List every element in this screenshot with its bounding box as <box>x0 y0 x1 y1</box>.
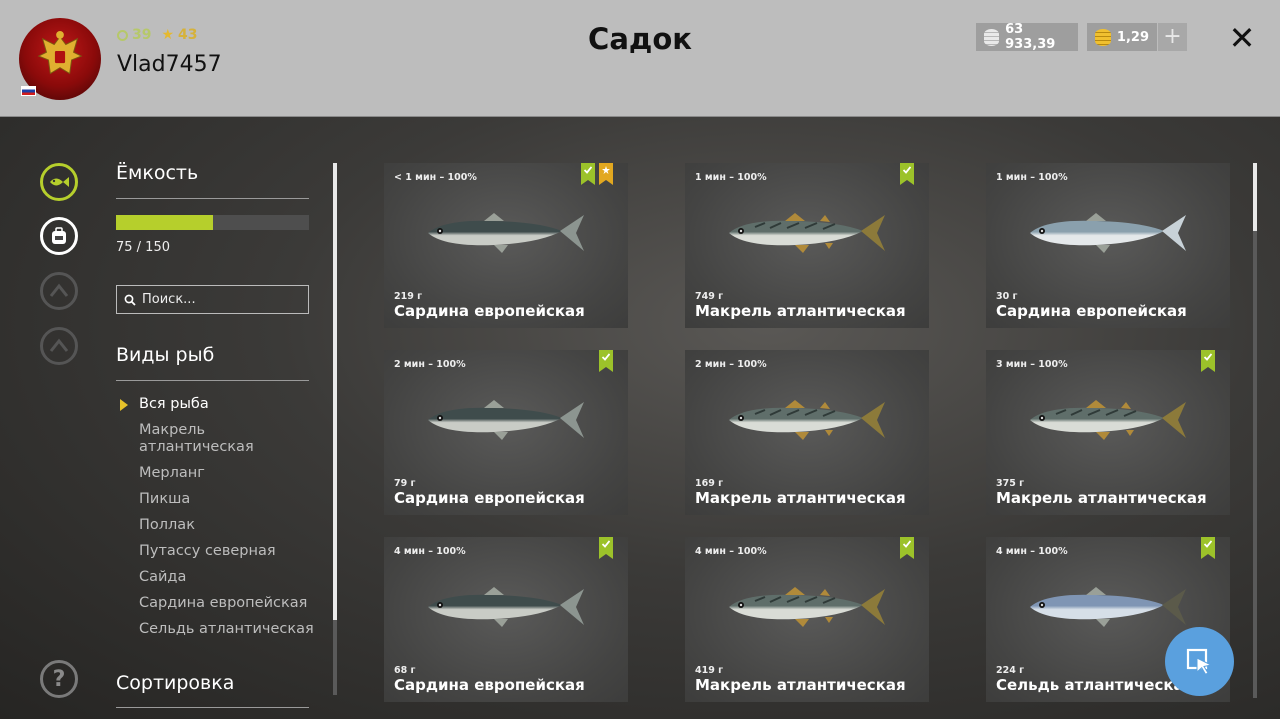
mackerel-fish-image <box>1030 400 1186 440</box>
upgrade-tab-1[interactable] <box>40 272 78 310</box>
fish-weight: 68 г <box>394 665 416 676</box>
fish-name: Сельдь атлантическая <box>996 676 1194 694</box>
capacity-text: 75 / 150 <box>116 240 170 255</box>
country-flag-icon <box>21 86 36 96</box>
fish-weight: 419 г <box>695 665 724 676</box>
sardine-fish-image <box>428 587 584 627</box>
mackerel-fish-image <box>729 213 885 253</box>
fish-name: Макрель атлантическая <box>695 489 906 507</box>
species-list: Вся рыба Макрель атлантическая Мерланг Пикш… <box>120 396 319 647</box>
species-item[interactable]: Сардина европейская <box>139 595 319 612</box>
fish-weight: 224 г <box>996 665 1025 676</box>
fish-weight: 749 г <box>695 291 724 302</box>
check-badge-icon <box>900 537 914 559</box>
search-icon <box>124 294 136 306</box>
filter-scrollbar-thumb[interactable] <box>333 163 337 620</box>
fish-time: 4 мин – 100% <box>996 546 1068 557</box>
capacity-bar <box>116 215 309 230</box>
cursor-select-icon <box>1186 648 1212 675</box>
fish-icon <box>50 177 69 187</box>
fish-weight: 169 г <box>695 478 724 489</box>
upgrade-tab-2[interactable] <box>40 327 78 365</box>
chevron-up-icon <box>49 338 69 352</box>
fish-name: Сардина европейская <box>394 302 585 320</box>
fish-card[interactable]: 1 мин – 100% 749 г Макрель атлантическая <box>685 163 929 328</box>
trophy-badge-icon <box>599 163 613 185</box>
check-badge-icon <box>1201 350 1215 372</box>
fish-time: 4 мин – 100% <box>394 546 466 557</box>
check-badge-icon <box>900 163 914 185</box>
species-item[interactable]: Пикша <box>139 491 319 508</box>
sardine-fish-image <box>1030 213 1186 253</box>
fish-time: 2 мин – 100% <box>695 359 767 370</box>
divider <box>116 380 309 381</box>
sort-label[interactable]: Сортировка <box>116 672 234 694</box>
capacity-label: Ёмкость <box>116 162 199 184</box>
herring-fish-image <box>1030 587 1186 627</box>
fish-card[interactable]: 4 мин – 100% 68 г Сардина европейская <box>384 537 628 702</box>
species-label: Виды рыб <box>116 344 215 366</box>
sardine-fish-image <box>428 400 584 440</box>
fish-time: 2 мин – 100% <box>394 359 466 370</box>
species-item[interactable]: Сельдь атлантическая <box>139 621 319 638</box>
backpack-icon <box>52 227 66 244</box>
silver-balance: 63 933,39 <box>976 22 1078 52</box>
capacity-bar-fill <box>116 215 213 230</box>
species-item-all[interactable]: Вся рыба <box>120 396 319 413</box>
divider <box>116 707 309 708</box>
species-item[interactable]: Поллак <box>139 517 319 534</box>
fish-name: Макрель атлантическая <box>996 489 1207 507</box>
silver-amount: 63 933,39 <box>1005 22 1056 52</box>
check-badge-icon <box>599 537 613 559</box>
mackerel-fish-image <box>729 400 885 440</box>
gold-coins-icon <box>1095 28 1111 46</box>
species-item[interactable]: Макрель атлантическая <box>139 422 319 456</box>
fish-name: Макрель атлантическая <box>695 676 906 694</box>
chevron-up-icon <box>49 283 69 297</box>
search-input[interactable]: Поиск... <box>116 285 309 314</box>
silver-coins-icon <box>984 28 1000 46</box>
fish-weight: 79 г <box>394 478 416 489</box>
top-bar: 39 ★ 43 Vlad7457 Садок 63 933,39 1,29 + … <box>0 0 1280 117</box>
gold-amount: 1,29 <box>1116 29 1149 45</box>
mackerel-fish-image <box>729 587 885 627</box>
add-gold-button[interactable]: + <box>1158 23 1187 51</box>
fish-card[interactable]: < 1 мин – 100% 219 г Сардина европейская <box>384 163 628 328</box>
filter-scrollbar-track[interactable] <box>333 620 337 695</box>
check-badge-icon <box>599 350 613 372</box>
species-item[interactable]: Путассу северная <box>139 543 319 560</box>
divider <box>116 198 309 199</box>
sardine-fish-image <box>428 213 584 253</box>
fish-card[interactable]: 4 мин – 100% 419 г Макрель атлантическая <box>685 537 929 702</box>
fish-card[interactable]: 2 мин – 100% 169 г Макрель атлантическая <box>685 350 929 515</box>
grid-scrollbar-thumb[interactable] <box>1253 163 1257 231</box>
fish-weight: 219 г <box>394 291 423 302</box>
species-item[interactable]: Мерланг <box>139 465 319 482</box>
fish-weight: 375 г <box>996 478 1025 489</box>
check-badge-icon <box>581 163 595 185</box>
cursor-mode-button[interactable] <box>1165 627 1234 696</box>
fish-name: Сардина европейская <box>394 676 585 694</box>
fish-time: 3 мин – 100% <box>996 359 1068 370</box>
fish-time: 4 мин – 100% <box>695 546 767 557</box>
fish-card[interactable]: 3 мин – 100% 375 г Макрель атлантическая <box>986 350 1230 515</box>
fish-weight: 30 г <box>996 291 1018 302</box>
fish-time: 1 мин – 100% <box>996 172 1068 183</box>
fish-time: 1 мин – 100% <box>695 172 767 183</box>
fish-card[interactable]: 1 мин – 100% 30 г Сардина европейская <box>986 163 1230 328</box>
search-placeholder: Поиск... <box>142 292 196 307</box>
check-badge-icon <box>1201 537 1215 559</box>
fish-name: Макрель атлантическая <box>695 302 906 320</box>
fish-card[interactable]: 2 мин – 100% 79 г Сардина европейская <box>384 350 628 515</box>
fish-keepnet-tab[interactable] <box>40 163 78 201</box>
fish-name: Сардина европейская <box>394 489 585 507</box>
grid-scrollbar-track[interactable] <box>1253 231 1257 698</box>
close-button[interactable]: ✕ <box>1226 22 1258 54</box>
inventory-tab[interactable] <box>40 217 78 255</box>
fish-name: Сардина европейская <box>996 302 1187 320</box>
gold-balance: 1,29 <box>1087 23 1157 51</box>
species-item[interactable]: Сайда <box>139 569 319 586</box>
fish-time: < 1 мин – 100% <box>394 172 477 183</box>
help-button[interactable]: ? <box>40 660 78 698</box>
